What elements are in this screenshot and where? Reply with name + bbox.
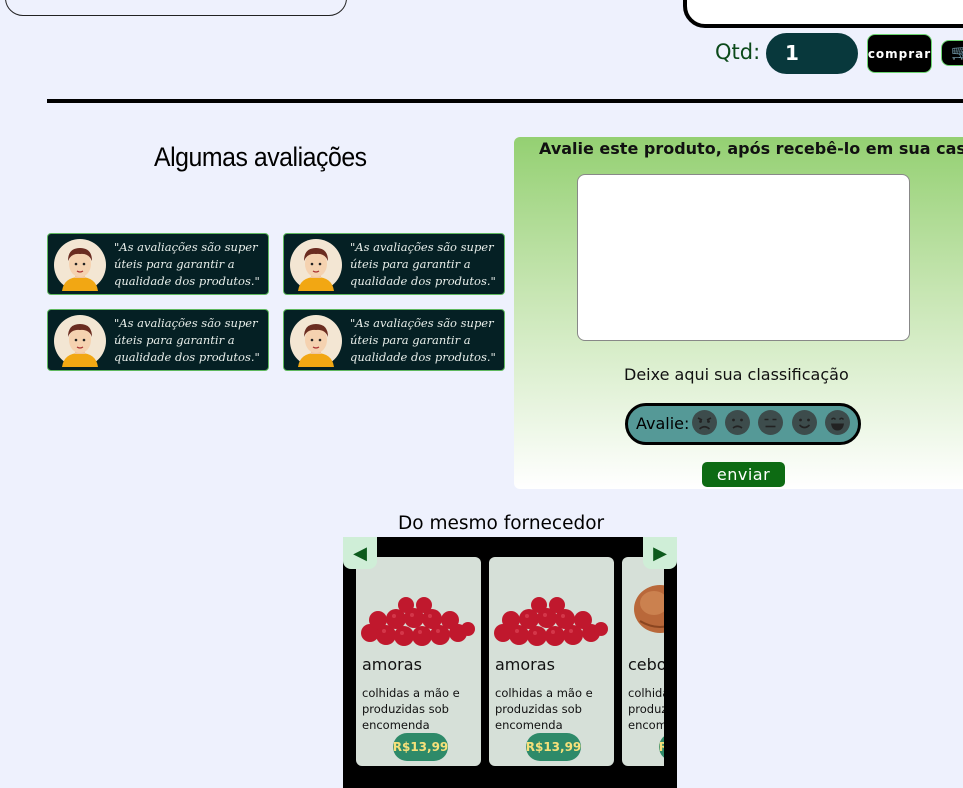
carousel-next-button[interactable]: ▶: [643, 537, 677, 569]
product-carousel: amoras colhidas a mão e produzidas sob e…: [343, 537, 677, 788]
search-box[interactable]: [5, 0, 347, 16]
carousel-edge: [664, 537, 677, 788]
arrow-right-icon: ▶: [653, 542, 667, 564]
product-description: colhidas a mão e produzidas sob encomend…: [362, 686, 460, 732]
quantity-input[interactable]: 1: [766, 33, 858, 74]
add-to-cart-button[interactable]: 🛒: [941, 40, 963, 66]
product-price: R$13,99: [526, 733, 581, 761]
header-panel: [683, 0, 963, 28]
section-divider: [47, 99, 963, 103]
product-description: colhidas a mão e produzidas sob encomend…: [495, 686, 593, 732]
rating-label: Avalie:: [636, 414, 690, 433]
reviews-title: Algumas avaliações: [154, 142, 367, 172]
raspberries-image: [361, 597, 475, 646]
angry-face-icon[interactable]: [691, 409, 718, 436]
rating-hint: Deixe aqui sua classificação: [624, 365, 849, 384]
review-card: "As avaliações são super úteis para gara…: [283, 309, 505, 371]
sad-face-icon[interactable]: [724, 409, 751, 436]
quantity-label: Qtd:: [715, 40, 761, 64]
product-name: cebo: [628, 655, 667, 674]
grin-face-icon[interactable]: [824, 409, 851, 436]
smile-face-icon[interactable]: [791, 409, 818, 436]
buy-button[interactable]: comprar: [867, 34, 932, 73]
raspberries-image: [494, 597, 608, 646]
review-quote: "As avaliações são super úteis para gara…: [350, 316, 496, 364]
review-card: "As avaliações são super úteis para gara…: [47, 309, 269, 371]
user-avatar-icon: [290, 315, 342, 367]
neutral-face-icon[interactable]: [757, 409, 784, 436]
review-textarea[interactable]: [577, 174, 910, 341]
product-card[interactable]: amoras colhidas a mão e produzidas sob e…: [356, 557, 481, 766]
product-name: amoras: [495, 655, 555, 674]
rate-panel-title: Avalie este produto, após recebê-lo em s…: [539, 139, 963, 158]
cart-icon: 🛒: [951, 45, 963, 61]
review-quote: "As avaliações são super úteis para gara…: [114, 316, 260, 364]
carousel-prev-button[interactable]: ◀: [343, 537, 377, 569]
supplier-section-title: Do mesmo fornecedor: [398, 513, 605, 534]
review-card: "As avaliações são super úteis para gara…: [283, 233, 505, 295]
arrow-left-icon: ◀: [353, 542, 367, 564]
product-name: amoras: [362, 655, 422, 674]
product-price: R$13,99: [393, 733, 448, 761]
review-quote: "As avaliações são super úteis para gara…: [114, 240, 260, 288]
send-review-button[interactable]: enviar: [702, 462, 785, 487]
user-avatar-icon: [290, 239, 342, 291]
review-quote: "As avaliações são super úteis para gara…: [350, 240, 496, 288]
product-card[interactable]: amoras colhidas a mão e produzidas sob e…: [489, 557, 614, 766]
review-card: "As avaliações são super úteis para gara…: [47, 233, 269, 295]
user-avatar-icon: [54, 315, 106, 367]
user-avatar-icon: [54, 239, 106, 291]
